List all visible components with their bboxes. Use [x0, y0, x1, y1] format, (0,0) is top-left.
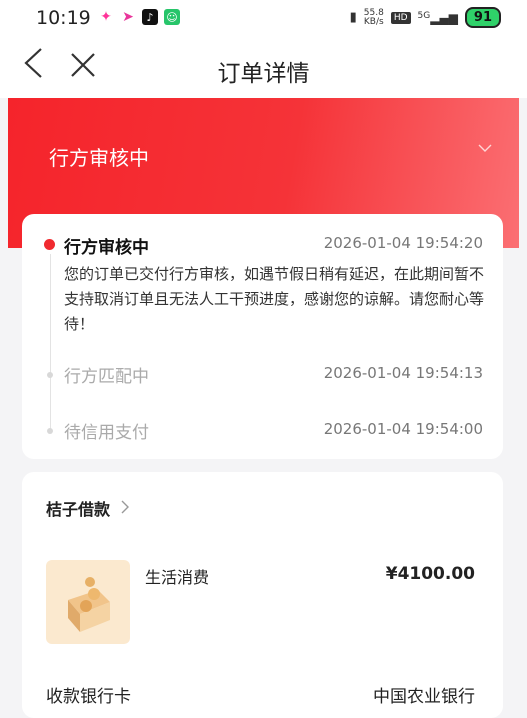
loan-amount: ¥4100.00: [385, 564, 475, 584]
signal-icon: 5G▂▄▆: [417, 10, 458, 25]
tiktok-icon: ♪: [142, 9, 158, 25]
timeline-dot: [47, 372, 53, 378]
timeline-step-time: 2026-01-04 19:54:13: [323, 364, 483, 382]
app-notification-icon: ➤: [122, 9, 134, 25]
chevron-right-icon[interactable]: [120, 499, 130, 514]
page-title: 订单详情: [217, 61, 310, 87]
battery-icon: 91: [464, 7, 501, 28]
chevron-down-icon[interactable]: [477, 140, 493, 156]
timeline-step-description: 您的订单已交付行方审核，如遇节假日稍有延迟，在此期间暂不支持取消订单且无法人工干…: [64, 265, 485, 333]
status-timeline-card: 行方审核中 2026-01-04 19:54:20 您的订单已交付行方审核，如遇…: [22, 214, 503, 459]
status-bar: 10:19 ✦ ➤ ♪ ☺ ▮ 55.8 KB/s HD 5G▂▄▆ 91: [0, 0, 527, 34]
loan-provider-link[interactable]: 桔子借款: [46, 496, 110, 520]
status-banner-title: 行方审核中: [49, 146, 149, 170]
app-notification-icon: ☺: [164, 9, 180, 25]
status-indicators: ▮ 55.8 KB/s HD 5G▂▄▆ 91: [350, 7, 501, 28]
nav-bar: 订单详情: [0, 34, 527, 98]
timeline-step-name: 行方匹配中: [64, 367, 149, 387]
net-speed: 55.8 KB/s: [363, 8, 384, 27]
timeline-line: [50, 254, 51, 429]
timeline-active-dot: [44, 239, 55, 250]
coin-box-icon: [46, 560, 130, 644]
timeline-step-name: 待信用支付: [64, 423, 149, 443]
timeline-step-name: 行方审核中: [64, 238, 149, 258]
hd-badge: HD: [390, 11, 411, 24]
network-type: 5G: [417, 10, 431, 21]
timeline-step-time: 2026-01-04 19:54:20: [323, 234, 483, 252]
net-speed-unit: KB/s: [363, 16, 384, 27]
status-app-icons: ✦ ➤ ♪ ☺: [98, 9, 180, 25]
loan-purpose: 生活消费: [145, 568, 210, 587]
bank-card-value: 中国农业银行: [373, 687, 475, 707]
status-time: 10:19: [36, 7, 91, 29]
app-notification-icon: ✦: [100, 9, 112, 25]
bank-card-label: 收款银行卡: [46, 687, 131, 707]
timeline-dot: [47, 428, 53, 434]
loan-detail-card: 桔子借款 生活消费 ¥4100.00 收款银行卡 中国农业银行: [22, 472, 503, 718]
vibrate-icon: ▮: [349, 10, 357, 25]
timeline-step-time: 2026-01-04 19:54:00: [323, 420, 483, 438]
